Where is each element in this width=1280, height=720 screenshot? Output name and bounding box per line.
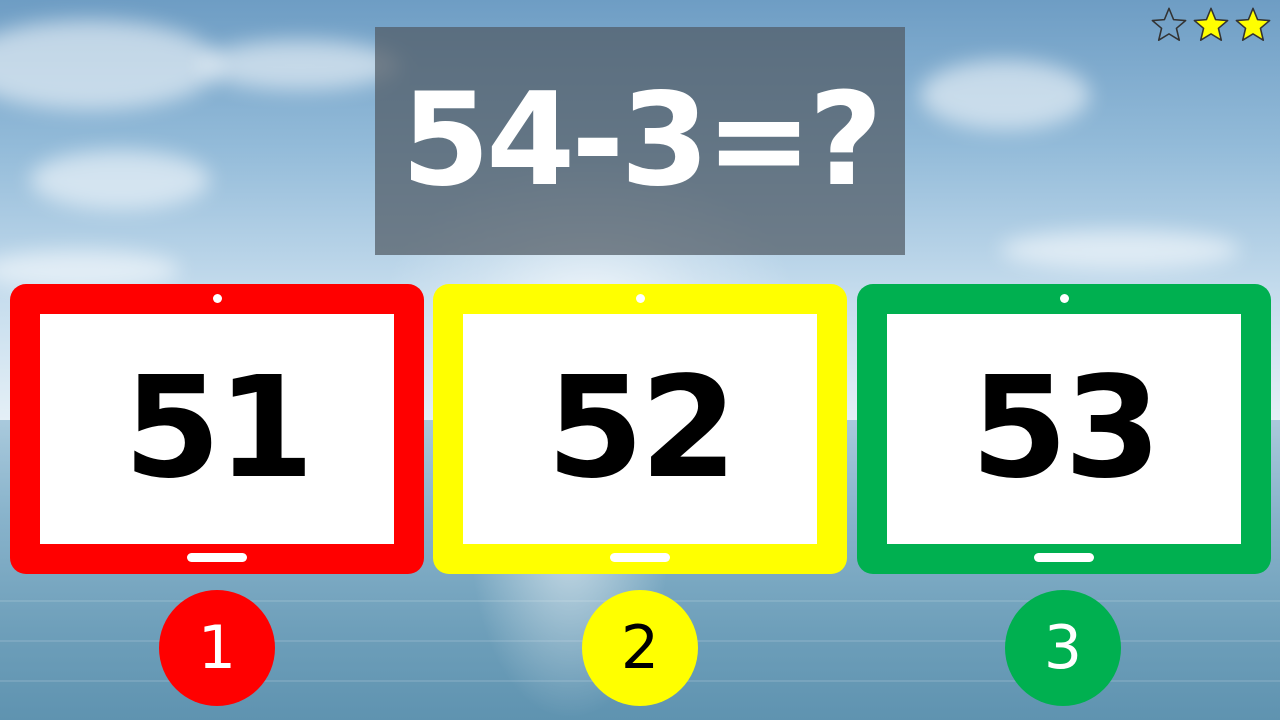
option-number-badge-2[interactable]: 2	[582, 590, 698, 706]
cloud	[1000, 230, 1240, 270]
answer-value: 52	[546, 347, 738, 510]
question-text: 54-3=?	[401, 66, 883, 215]
star-outline-icon	[1151, 7, 1187, 41]
star-rating	[1150, 6, 1272, 44]
question-panel: 54-3=?	[375, 27, 905, 255]
answer-value: 51	[123, 347, 315, 510]
star-filled-icon	[1235, 7, 1271, 41]
cloud	[30, 150, 210, 210]
tablet-home-button	[610, 553, 670, 562]
option-number: 3	[1043, 613, 1083, 683]
tablet-home-button	[187, 553, 247, 562]
cloud	[920, 60, 1090, 130]
tablet-camera	[213, 294, 222, 303]
answer-option-3[interactable]: 53	[857, 284, 1271, 574]
tablet-camera	[1060, 294, 1069, 303]
star-filled-icon	[1193, 7, 1229, 41]
option-number-badge-1[interactable]: 1	[159, 590, 275, 706]
answer-screen: 53	[887, 314, 1241, 544]
option-number: 1	[197, 613, 237, 683]
tablet-camera	[636, 294, 645, 303]
option-number: 2	[620, 613, 660, 683]
answer-option-2[interactable]: 52	[433, 284, 847, 574]
cloud	[200, 40, 400, 90]
answer-screen: 51	[40, 314, 394, 544]
answer-option-1[interactable]: 51	[10, 284, 424, 574]
answer-screen: 52	[463, 314, 817, 544]
option-number-badge-3[interactable]: 3	[1005, 590, 1121, 706]
answer-value: 53	[970, 347, 1162, 510]
tablet-home-button	[1034, 553, 1094, 562]
